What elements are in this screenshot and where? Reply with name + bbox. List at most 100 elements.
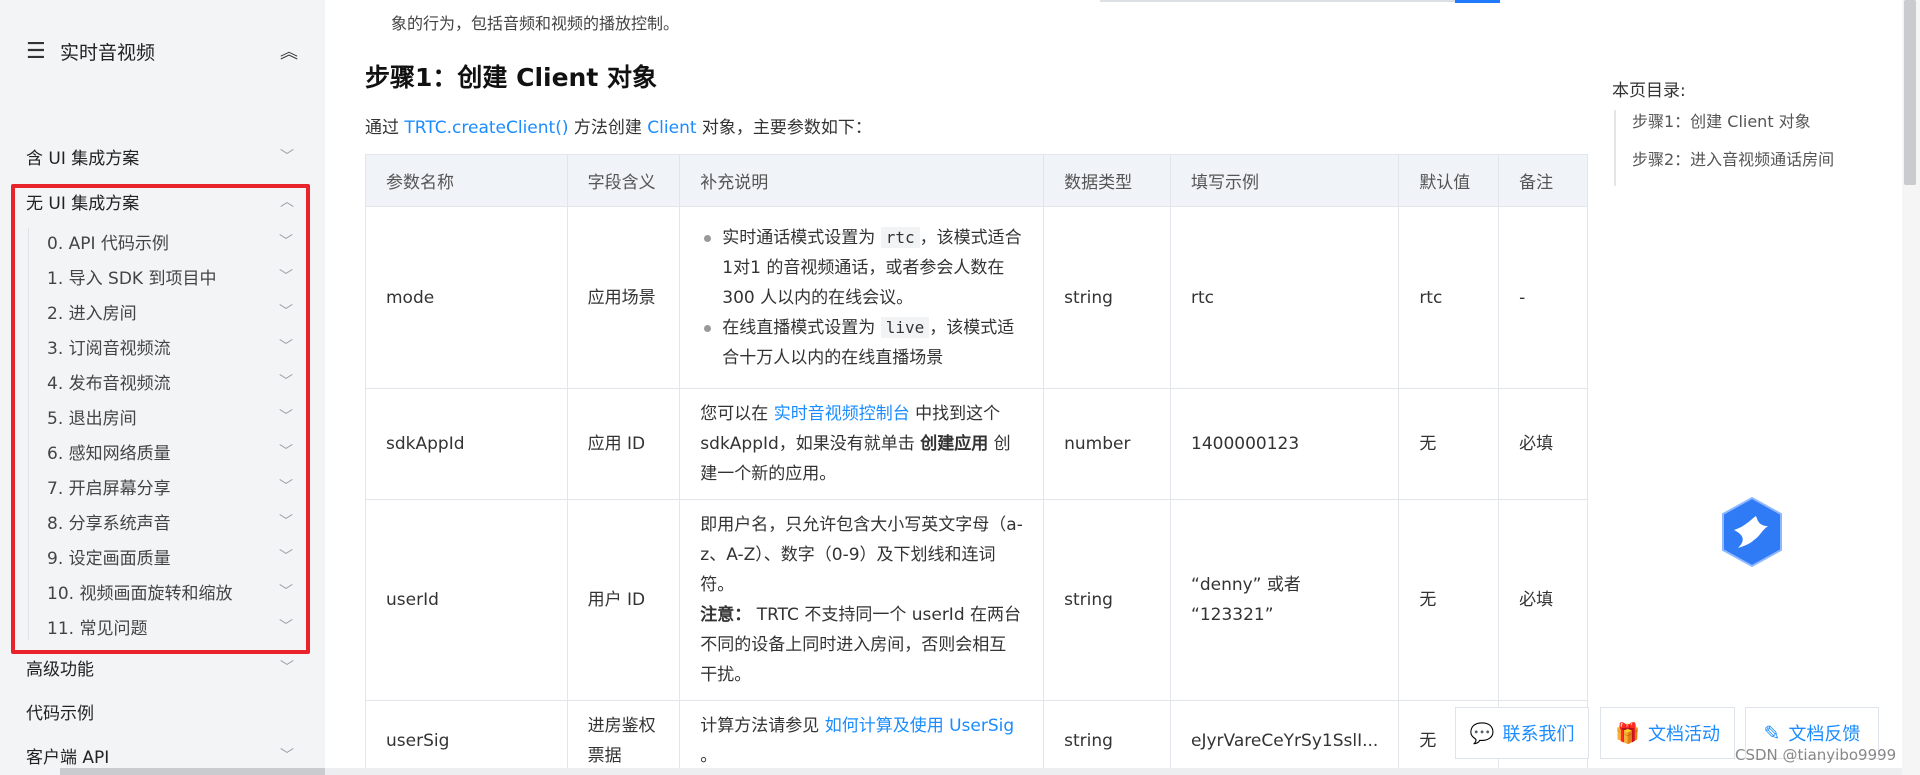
chevron-down-icon: ﹀ [279,304,293,320]
chevron-down-icon: ﹀ [279,479,293,495]
cell-note: - [1498,206,1588,389]
sidebar-item-label: 含 UI 集成方案 [26,148,140,169]
sub-menu-list: 0. API 代码示例 ﹀ 1. 导入 SDK 到项目中 ﹀ 2. 进入房间 ﹀ 3.… [28,228,298,640]
sub-item-label: 8. 分享系统声音 [47,513,171,534]
toc-title: 本页目录: [1612,81,1686,101]
sidebar-item-label: 无 UI 集成方案 [26,193,140,214]
cell-meaning: 进房鉴权票据 [566,700,681,775]
sub-item-label: 3. 订阅音视频流 [47,338,171,359]
table-header-row: 参数名称 字段含义 补充说明 数据类型 填写示例 默认值 备注 [365,154,1588,207]
column-header: 数据类型 [1043,154,1172,207]
edit-icon: ✎ [1763,721,1781,745]
column-header: 补充说明 [679,154,1045,207]
sub-item-import-sdk[interactable]: 1. 导入 SDK 到项目中 ﹀ [47,263,295,289]
search-button-edge[interactable] [1455,0,1500,3]
sub-item-label: 10. 视频画面旋转和缩放 [47,583,233,604]
sidebar-item-label: 高级功能 [26,659,94,680]
toc-list: 步骤1：创建 Client 对象 步骤2：进入音视频通话房间 [1614,110,1844,186]
truncated-paragraph: 象的行为，包括音频和视频的播放控制。 [391,14,680,33]
cell-meaning: 用户 ID [566,499,681,701]
horizontal-scrollbar[interactable] [325,768,1902,775]
desc-text: 。 [700,746,718,766]
chevron-down-icon: ﹀ [279,269,293,285]
toc-item-step1[interactable]: 步骤1：创建 Client 对象 [1616,110,1844,134]
sidebar-item-label: 客户端 API [26,747,110,768]
main-content: 象的行为，包括音频和视频的播放控制。 步骤1：创建 Client 对象 通过 T… [325,0,1600,775]
bullet-item: 在线直播模式设置为 live ，该模式适合十万人以内的在线直播场景 [700,313,1023,373]
inline-code: live [880,316,930,338]
sidebar-item-code-example[interactable]: 代码示例 [26,698,296,724]
console-link[interactable]: 实时音视频控制台 [774,404,910,424]
cell-name: userId [365,499,568,701]
sidebar-item-no-ui-solution[interactable]: 无 UI 集成方案 ︿ [26,188,296,214]
cell-description: 实时通话模式设置为 rtc ，该模式适合 1对1 的音视频通话，或者参会人数在 3… [679,206,1045,389]
cell-name: sdkAppId [365,388,568,500]
table-row: sdkAppId 应用 ID 您可以在 实时音视频控制台 中找到这个 sdkAp… [365,388,1588,500]
contact-us-button[interactable]: 💬 联系我们 [1455,707,1589,759]
chevron-down-icon: ﹀ [279,409,293,425]
cell-default: 无 [1398,499,1500,701]
cell-default: 无 [1398,388,1500,500]
column-header: 参数名称 [365,154,568,207]
cell-note: 必填 [1498,388,1588,500]
desc-text: 即用户名，只允许包含大小写英文字母（a-z、A-Z）、数字（0-9）及下划线和连… [700,515,1023,595]
sub-item-enter-room[interactable]: 2. 进入房间 ﹀ [47,298,295,324]
sub-item-video-quality[interactable]: 9. 设定画面质量 ﹀ [47,543,295,569]
column-header: 备注 [1498,154,1588,207]
cell-description: 即用户名，只允许包含大小写英文字母（a-z、A-Z）、数字（0-9）及下划线和连… [679,499,1045,701]
sub-item-label: 6. 感知网络质量 [47,443,171,464]
doc-activity-button[interactable]: 🎁 文档活动 [1600,707,1735,759]
desc-text: 计算方法请参见 [700,716,825,736]
cell-type: number [1043,388,1172,500]
cell-name: mode [365,206,568,389]
intro-paragraph: 通过 TRTC.createClient() 方法创建 Client 对象，主要… [365,113,872,138]
create-client-link[interactable]: TRTC.createClient() [404,118,568,138]
menu-icon[interactable]: ☰ [26,39,54,64]
usersig-link[interactable]: 如何计算及使用 UserSig [825,716,1014,736]
sub-item-label: 5. 退出房间 [47,408,137,429]
sub-item-label: 11. 常见问题 [47,618,148,639]
sub-item-system-audio[interactable]: 8. 分享系统声音 ﹀ [47,508,295,534]
column-header: 字段含义 [566,154,681,207]
cell-type: string [1043,700,1172,775]
sub-item-label: 2. 进入房间 [47,303,137,324]
sub-item-screen-share[interactable]: 7. 开启屏幕分享 ﹀ [47,473,295,499]
assistant-bird-icon[interactable] [1720,496,1784,568]
sub-item-label: 9. 设定画面质量 [47,548,171,569]
sidebar-item-advanced[interactable]: 高级功能 ﹀ [26,654,296,680]
button-label: 文档活动 [1647,724,1720,745]
vertical-scroll-thumb[interactable] [1904,0,1916,185]
button-label: 文档反馈 [1788,724,1861,745]
chevron-down-icon: ﹀ [279,514,293,530]
bullet-text: 实时通话模式设置为 [722,227,881,248]
collapse-up-icon[interactable]: ︽ [280,38,298,64]
cell-example: 1400000123 [1170,388,1400,500]
cell-type: string [1043,206,1172,389]
sub-item-network-quality[interactable]: 6. 感知网络质量 ﹀ [47,438,295,464]
client-link[interactable]: Client [647,118,696,138]
sub-item-leave-room[interactable]: 5. 退出房间 ﹀ [47,403,295,429]
sub-item-publish-stream[interactable]: 4. 发布音视频流 ﹀ [47,368,295,394]
chevron-down-icon: ﹀ [279,234,293,250]
sub-item-rotate-scale[interactable]: 10. 视频画面旋转和缩放 ﹀ [47,578,295,604]
toc-item-step2[interactable]: 步骤2：进入音视频通话房间 [1616,148,1844,172]
sidebar-item-client-api[interactable]: 客户端 API ﹀ [26,742,296,768]
sub-item-faq[interactable]: 11. 常见问题 ﹀ [47,613,295,639]
table-row: userId 用户 ID 即用户名，只允许包含大小写英文字母（a-z、A-Z）、… [365,499,1588,701]
sidebar-header[interactable]: ☰ 实时音视频 ︽ [26,36,298,66]
sub-item-subscribe-stream[interactable]: 3. 订阅音视频流 ﹀ [47,333,295,359]
sidebar-item-ui-solution[interactable]: 含 UI 集成方案 ﹀ [26,143,296,169]
chevron-down-icon: ﹀ [279,444,293,460]
chevron-down-icon: ﹀ [279,619,293,635]
cell-example: eJyrVareCeYrSy1SslI... [1170,700,1400,775]
chevron-down-icon: ﹀ [279,584,293,600]
watermark: CSDN @tianyibo9999 [1735,746,1897,764]
desc-bold: 注意： [700,605,752,625]
sub-item-api-example[interactable]: 0. API 代码示例 ﹀ [47,228,295,254]
page-root: ☰ 实时音视频 ︽ 含 UI 集成方案 ﹀ 无 UI 集成方案 ︿ 0. API… [0,0,1920,775]
chevron-down-icon: ﹀ [279,374,293,390]
inline-code: rtc [880,226,920,248]
cell-meaning: 应用 ID [566,388,681,500]
intro-text: 对象，主要参数如下： [696,118,872,138]
button-label: 联系我们 [1502,724,1575,745]
